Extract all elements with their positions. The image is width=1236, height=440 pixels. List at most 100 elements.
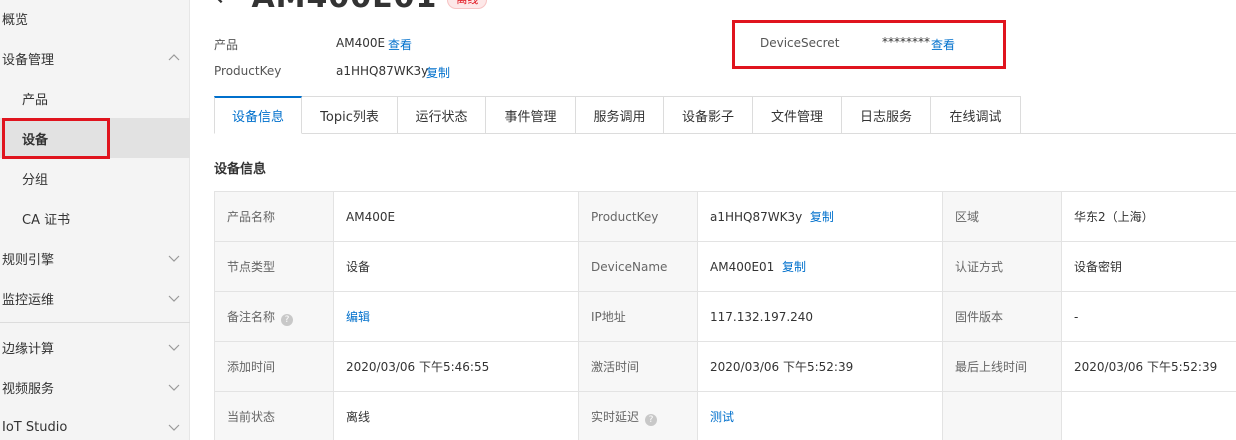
chevron-down-icon <box>168 424 180 431</box>
tab-event-management[interactable]: 事件管理 <box>486 96 576 134</box>
tab-file-management[interactable]: 文件管理 <box>753 96 842 134</box>
tab-topic-list[interactable]: Topic列表 <box>302 96 398 134</box>
tab-device-shadow[interactable]: 设备影子 <box>664 96 753 134</box>
sidebar-item-rule-engine[interactable]: 规则引擎 <box>0 238 190 278</box>
info-value: 设备 <box>333 241 579 292</box>
table-row: 备注名称? 编辑 IP地址 117.132.197.240 固件版本 - <box>214 291 1236 342</box>
tab-online-debug[interactable]: 在线调试 <box>931 96 1021 134</box>
sidebar-item-label: 产品 <box>22 92 49 108</box>
info-value-empty <box>1061 391 1236 440</box>
device-secret-view-link[interactable]: 查看 <box>931 36 955 53</box>
sidebar-item-label: 设备管理 <box>2 52 55 68</box>
table-row: 产品名称 AM400E ProductKey a1HHQ87WK3y 复制 区域… <box>214 191 1236 242</box>
info-key: 固件版本 <box>942 291 1062 342</box>
info-value-cell: 测试 <box>697 391 943 440</box>
info-value: 华东2（上海） <box>1061 191 1236 242</box>
info-value-cell: a1HHQ87WK3y 复制 <box>697 191 943 242</box>
edit-alias-link[interactable]: 编辑 <box>346 310 370 324</box>
help-icon[interactable]: ? <box>645 413 658 426</box>
sidebar-item-monitoring[interactable]: 监控运维 <box>0 278 190 318</box>
table-row: 添加时间 2020/03/06 下午5:46:55 激活时间 2020/03/0… <box>214 341 1236 392</box>
info-value: 设备密钥 <box>1061 241 1236 292</box>
product-view-link[interactable]: 查看 <box>388 36 412 53</box>
product-label: 产品 <box>214 38 239 52</box>
chevron-down-icon <box>168 255 180 262</box>
sidebar-item-label: 边缘计算 <box>2 341 55 357</box>
info-value: - <box>1061 291 1236 342</box>
sidebar-item-label: 分组 <box>22 172 49 188</box>
info-key: 添加时间 <box>214 341 334 392</box>
sidebar-item-ca-cert[interactable]: CA 证书 <box>0 198 190 238</box>
help-icon[interactable]: ? <box>281 313 294 326</box>
info-key: 最后上线时间 <box>942 341 1062 392</box>
info-value: 离线 <box>333 391 579 440</box>
table-row: 当前状态 离线 实时延迟? 测试 <box>214 391 1236 440</box>
chevron-down-icon <box>168 344 180 351</box>
section-title: 设备信息 <box>214 162 267 177</box>
info-key: IP地址 <box>578 291 698 342</box>
table-row: 节点类型 设备 DeviceName AM400E01 复制 认证方式 设备密钥 <box>214 241 1236 292</box>
sidebar-item-overview[interactable]: 概览 <box>0 0 190 38</box>
page-title: AM400E01 <box>251 0 437 15</box>
sidebar-item-label: 规则引擎 <box>2 252 55 268</box>
sidebar-item-video-service[interactable]: 视频服务 <box>0 367 190 407</box>
chevron-down-icon <box>168 384 180 391</box>
productkey-copy-link[interactable]: 复制 <box>810 210 834 224</box>
productkey-value: a1HHQ87WK3y <box>336 64 429 78</box>
info-value: AM400E <box>333 191 579 242</box>
sidebar-item-label: CA 证书 <box>22 212 71 228</box>
sidebar-item-edge-computing[interactable]: 边缘计算 <box>0 327 190 367</box>
info-key: 节点类型 <box>214 241 334 292</box>
sidebar-item-label: 概览 <box>2 12 29 28</box>
info-key: 区域 <box>942 191 1062 242</box>
sidebar-item-iot-studio[interactable]: IoT Studio <box>0 407 190 440</box>
info-key-empty <box>942 391 1062 440</box>
info-key: 当前状态 <box>214 391 334 440</box>
info-value: 2020/03/06 下午5:46:55 <box>333 341 579 392</box>
tab-run-status[interactable]: 运行状态 <box>398 96 486 134</box>
info-key: 备注名称 <box>227 309 276 324</box>
device-secret-label: DeviceSecret <box>760 36 840 50</box>
sidebar-divider <box>0 322 190 323</box>
device-info-table: 产品名称 AM400E ProductKey a1HHQ87WK3y 复制 区域… <box>214 191 1236 440</box>
chevron-up-icon <box>168 54 180 61</box>
status-badge: 离线 <box>447 0 488 9</box>
info-key-cell: 实时延迟? <box>578 391 698 440</box>
info-value: 2020/03/06 下午5:52:39 <box>1061 341 1236 392</box>
sidebar-item-label: IoT Studio <box>2 419 68 435</box>
sidebar-item-label: 视频服务 <box>2 381 55 397</box>
info-key: ProductKey <box>578 191 698 242</box>
chevron-down-icon <box>168 295 180 302</box>
device-secret-value: ******** <box>882 35 930 49</box>
highlight-box-device <box>2 118 110 159</box>
tab-log-service[interactable]: 日志服务 <box>842 96 931 134</box>
page-header: ← AM400E01 离线 <box>214 0 488 15</box>
productkey-label: ProductKey <box>214 64 282 78</box>
sidebar-item-group[interactable]: 分组 <box>0 158 190 198</box>
info-value: a1HHQ87WK3y <box>710 210 803 224</box>
latency-test-link[interactable]: 测试 <box>710 410 734 424</box>
back-arrow-icon[interactable]: ← <box>214 0 237 11</box>
sidebar: 概览 设备管理 产品 设备 分组 CA 证书 规则引擎 监控运维 边缘计算 视频… <box>0 0 190 440</box>
info-key: 实时延迟 <box>591 409 640 424</box>
product-value: AM400E <box>336 36 386 50</box>
tab-bar: 设备信息 Topic列表 运行状态 事件管理 服务调用 设备影子 文件管理 日志… <box>214 96 1021 134</box>
info-key: 产品名称 <box>214 191 334 242</box>
info-value-cell: 编辑 <box>333 291 579 342</box>
devicename-copy-link[interactable]: 复制 <box>782 260 806 274</box>
productkey-copy-link[interactable]: 复制 <box>426 64 450 81</box>
info-value-cell: AM400E01 复制 <box>697 241 943 292</box>
sidebar-item-label: 监控运维 <box>2 292 55 308</box>
info-value: 117.132.197.240 <box>697 291 943 342</box>
info-value: 2020/03/06 下午5:52:39 <box>697 341 943 392</box>
tabs-underline <box>1021 133 1236 134</box>
tab-service-invocation[interactable]: 服务调用 <box>576 96 664 134</box>
sidebar-item-product[interactable]: 产品 <box>0 78 190 118</box>
info-key-cell: 备注名称? <box>214 291 334 342</box>
tab-device-info[interactable]: 设备信息 <box>214 96 302 134</box>
info-key: 激活时间 <box>578 341 698 392</box>
info-key: 认证方式 <box>942 241 1062 292</box>
info-value: AM400E01 <box>710 260 775 274</box>
sidebar-item-device-management[interactable]: 设备管理 <box>0 38 190 78</box>
info-key: DeviceName <box>578 241 698 292</box>
